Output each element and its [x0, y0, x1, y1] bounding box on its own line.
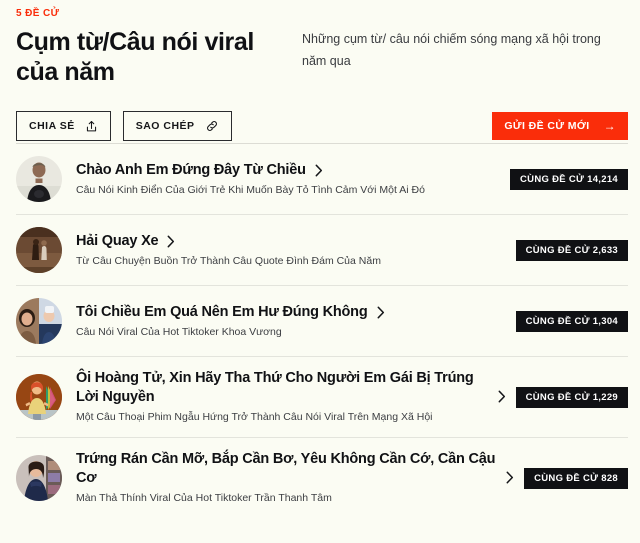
list-item-subtitle: Một Câu Thoại Phim Ngẫu Hứng Trở Thành C… [76, 411, 433, 423]
link-icon [205, 119, 219, 133]
list-item-subtitle: Câu Nói Kinh Điển Của Giới Trẻ Khi Muốn … [76, 183, 425, 196]
list-item-titleline: Tôi Chiều Em Quá Nên Em Hư Đúng Không [76, 303, 506, 322]
arrow-right-icon: → [603, 119, 616, 133]
list-item[interactable]: Tôi Chiều Em Quá Nên Em Hư Đúng Không Câ… [16, 285, 628, 356]
share-button-label: CHIA SẺ [29, 120, 75, 132]
list-item-titleline: Chào Anh Em Đứng Đây Từ Chiều [76, 161, 500, 180]
vote-badge[interactable]: CÙNG ĐỀ CỬ 1,304 [515, 310, 628, 332]
list-item-subtitle: Câu Nói Viral Của Hot Tiktoker Khoa Vươn… [76, 325, 282, 338]
vote-badge[interactable]: CÙNG ĐỀ CỬ 2,633 [515, 239, 628, 261]
share-icon [85, 120, 98, 133]
submit-nomination-button[interactable]: GỬI ĐỀ CỬ MỚI → [492, 112, 628, 140]
chevron-right-icon[interactable] [506, 471, 514, 484]
chevron-right-icon[interactable] [167, 235, 175, 248]
share-button[interactable]: CHIA SẺ [16, 111, 111, 141]
list-item-title: Hải Quay Xe [76, 232, 159, 249]
copy-link-button[interactable]: SAO CHÉP [122, 111, 232, 141]
page-header: 5 ĐỀ CỬ Cụm từ/Câu nói viral của năm Nhữ… [0, 0, 640, 87]
list-item-body: Chào Anh Em Đứng Đây Từ Chiều Câu Nói Ki… [76, 161, 510, 198]
list-item-titleline: Trứng Rán Cần Mỡ, Bắp Cần Bơ, Yêu Không … [76, 450, 514, 488]
avatar [16, 455, 62, 501]
list-item[interactable]: Trứng Rán Cần Mỡ, Bắp Cần Bơ, Yêu Không … [16, 437, 628, 518]
avatar [16, 298, 62, 344]
list-item-body: Ôi Hoàng Tử, Xin Hãy Tha Thứ Cho Người E… [76, 369, 516, 425]
list-item-body: Tôi Chiều Em Quá Nên Em Hư Đúng Không Câ… [76, 303, 516, 340]
nominee-list: Chào Anh Em Đứng Đây Từ Chiều Câu Nói Ki… [0, 143, 640, 518]
list-item-title: Chào Anh Em Đứng Đây Từ Chiều [76, 161, 306, 178]
list-item-subtitle: Màn Thả Thính Viral Của Hot Tiktoker Trầ… [76, 492, 332, 504]
action-bar: CHIA SẺ SAO CHÉP GỬI ĐỀ CỬ MỚI → [0, 87, 640, 143]
list-item[interactable]: Hải Quay Xe Từ Câu Chuyện Buồn Trở Thành… [16, 214, 628, 285]
vote-badge[interactable]: CÙNG ĐỀ CỬ 1,229 [515, 386, 628, 408]
list-item[interactable]: Chào Anh Em Đứng Đây Từ Chiều Câu Nói Ki… [16, 143, 628, 214]
submit-nomination-label: GỬI ĐỀ CỬ MỚI [504, 120, 590, 132]
list-item-title: Ôi Hoàng Tử, Xin Hãy Tha Thứ Cho Người E… [76, 370, 474, 405]
header-left: 5 ĐỀ CỬ Cụm từ/Câu nói viral của năm [16, 7, 284, 87]
copy-link-button-label: SAO CHÉP [135, 120, 195, 132]
chevron-right-icon[interactable] [377, 306, 385, 319]
page-description: Những cụm từ/ câu nói chiếm sóng mạng xã… [302, 32, 601, 68]
list-item-body: Trứng Rán Cần Mỡ, Bắp Cần Bơ, Yêu Không … [76, 450, 524, 506]
list-item[interactable]: Ôi Hoàng Tử, Xin Hãy Tha Thứ Cho Người E… [16, 356, 628, 437]
list-item-title: Trứng Rán Cần Mỡ, Bắp Cần Bơ, Yêu Không … [76, 451, 496, 486]
page-title: Cụm từ/Câu nói viral của năm [16, 28, 254, 86]
vote-badge[interactable]: CÙNG ĐỀ CỬ 14,214 [510, 168, 628, 190]
list-item-titleline: Hải Quay Xe [76, 232, 506, 251]
avatar [16, 227, 62, 273]
nomination-count-label: 5 ĐỀ CỬ [16, 8, 60, 19]
chevron-right-icon[interactable] [315, 164, 323, 177]
avatar [16, 156, 62, 202]
chevron-right-icon[interactable] [498, 390, 506, 403]
header-right: Những cụm từ/ câu nói chiếm sóng mạng xã… [284, 7, 624, 87]
avatar [16, 374, 62, 420]
nomination-page: 5 ĐỀ CỬ Cụm từ/Câu nói viral của năm Nhữ… [0, 0, 640, 543]
list-item-titleline: Ôi Hoàng Tử, Xin Hãy Tha Thứ Cho Người E… [76, 369, 506, 407]
list-item-subtitle: Từ Câu Chuyện Buồn Trở Thành Câu Quote Đ… [76, 254, 381, 267]
list-item-body: Hải Quay Xe Từ Câu Chuyện Buồn Trở Thành… [76, 232, 516, 269]
list-item-title: Tôi Chiều Em Quá Nên Em Hư Đúng Không [76, 303, 368, 320]
vote-badge[interactable]: CÙNG ĐỀ CỬ 828 [524, 467, 628, 489]
